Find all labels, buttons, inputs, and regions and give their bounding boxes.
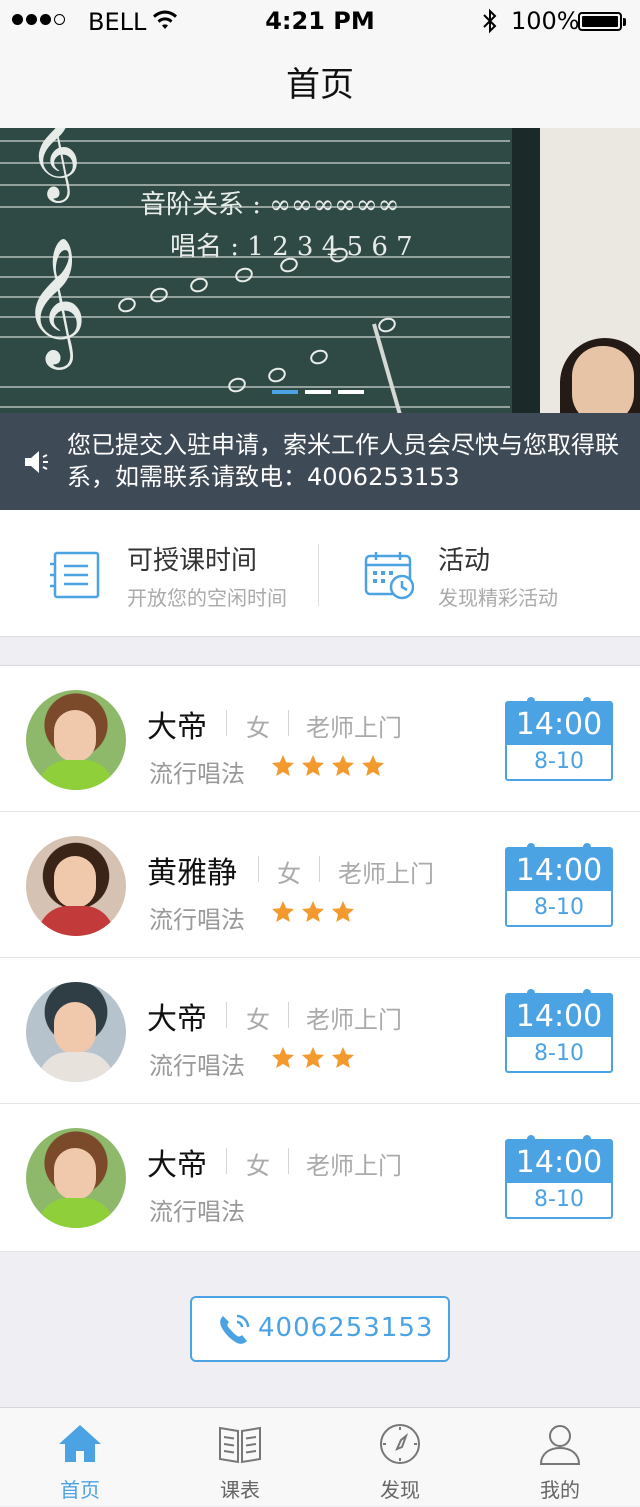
teacher-skill: 流行唱法 <box>149 1052 245 1080</box>
teacher-mode: 老师上门 <box>306 714 402 742</box>
time-badge: 14:00 8-10 <box>505 697 613 781</box>
home-icon <box>59 1425 101 1462</box>
separator <box>288 710 289 736</box>
teacher-gender: 女 <box>246 1152 270 1180</box>
time-badge-time: 14:00 <box>507 995 611 1037</box>
star-icon <box>332 1047 354 1068</box>
tab-profile-label: 我的 <box>540 1478 580 1502</box>
teacher-row[interactable]: 大帝 女 老师上门 流行唱法 14:00 8-10 <box>0 666 640 812</box>
star-icon <box>362 755 384 776</box>
time-badge-time: 14:00 <box>507 849 611 891</box>
star-icon <box>332 901 354 922</box>
star-icon <box>302 755 324 776</box>
teacher-skill: 流行唱法 <box>149 1198 245 1226</box>
available-time-subtitle: 开放您的空闲时间 <box>127 586 287 610</box>
teacher-row[interactable]: 黄雅静 女 老师上门 流行唱法 14:00 8-10 <box>0 812 640 958</box>
time-badge-range: 8-10 <box>534 1041 584 1066</box>
quick-actions: 可授课时间 开放您的空闲时间 活动 发现精彩活动 <box>0 510 640 637</box>
rating-stars <box>271 754 385 778</box>
battery-percentage: 100% <box>511 7 580 35</box>
divider <box>318 544 319 606</box>
teacher-list: 大帝 女 老师上门 流行唱法 14:00 8-10 黄雅静 女 老师上门 流行唱… <box>0 665 640 1252</box>
call-hotline-button[interactable]: 4006253153 <box>190 1296 450 1362</box>
tab-discover-label: 发现 <box>380 1478 420 1502</box>
tab-discover[interactable]: 发现 <box>320 1408 480 1507</box>
carousel-dot-1[interactable] <box>272 390 298 394</box>
separator <box>288 1002 289 1028</box>
tab-home-label: 首页 <box>60 1478 100 1502</box>
teacher-gender: 女 <box>277 860 301 888</box>
notice-text: 您已提交入驻申请，索米工作人员会尽快与您取得联系，如需联系请致电：4006253… <box>67 431 619 491</box>
time-badge: 14:00 8-10 <box>505 1135 613 1219</box>
list-icon <box>50 551 100 599</box>
rating-stars <box>271 1046 355 1070</box>
speaker-icon <box>25 451 48 473</box>
tab-home[interactable]: 首页 <box>0 1408 160 1507</box>
separator <box>288 1148 289 1174</box>
teacher-gender: 女 <box>246 714 270 742</box>
teacher-gender: 女 <box>246 1006 270 1034</box>
activities-subtitle: 发现精彩活动 <box>438 586 558 610</box>
teacher-mode: 老师上门 <box>306 1152 402 1180</box>
tab-schedule[interactable]: 课表 <box>160 1408 320 1507</box>
teacher-name: 大帝 <box>147 1002 207 1037</box>
star-icon <box>302 1047 324 1068</box>
compass-icon <box>380 1424 420 1464</box>
time-badge-range: 8-10 <box>534 895 584 920</box>
separator <box>258 856 259 882</box>
time-badge-range: 8-10 <box>534 1187 584 1212</box>
calendar-clock-icon <box>364 552 414 600</box>
star-icon <box>272 755 294 776</box>
tab-profile[interactable]: 我的 <box>480 1408 640 1507</box>
banner-carousel[interactable]: 𝄞 𝄞 音阶关系 : ∞∞∞∞∞∞ 唱名 : 1 2 3 4 5 6 7 <box>0 128 640 413</box>
page-title: 首页 <box>286 65 354 105</box>
separator <box>226 1148 227 1174</box>
separator <box>319 856 320 882</box>
tab-bar: 首页 课表 发现 我的 <box>0 1407 640 1506</box>
banner-image: 𝄞 𝄞 音阶关系 : ∞∞∞∞∞∞ 唱名 : 1 2 3 4 5 6 7 <box>0 128 540 413</box>
battery-icon <box>578 12 626 31</box>
teacher-skill: 流行唱法 <box>149 906 245 934</box>
status-bar: BELL 4:21 PM 100% <box>0 0 640 42</box>
tab-schedule-label: 课表 <box>220 1478 260 1502</box>
teacher-mode: 老师上门 <box>306 1006 402 1034</box>
teacher-name: 大帝 <box>147 1148 207 1183</box>
carousel-dot-2[interactable] <box>305 390 331 394</box>
rating-stars <box>271 900 355 924</box>
star-icon <box>332 755 354 776</box>
teacher-name: 大帝 <box>147 710 207 745</box>
time-badge: 14:00 8-10 <box>505 843 613 927</box>
teacher-row[interactable]: 大帝 女 老师上门 流行唱法 14:00 8-10 <box>0 958 640 1104</box>
teacher-row[interactable]: 大帝 女 老师上门 流行唱法 14:00 8-10 <box>0 1104 640 1252</box>
person-icon <box>539 1425 581 1465</box>
carousel-indicator[interactable] <box>272 390 364 394</box>
time-badge: 14:00 8-10 <box>505 989 613 1073</box>
notice-bar: 您已提交入驻申请，索米工作人员会尽快与您取得联系，如需联系请致电：4006253… <box>0 413 640 510</box>
phone-icon <box>220 1314 250 1344</box>
time-badge-time: 14:00 <box>507 703 611 745</box>
avatar <box>26 1128 126 1228</box>
separator <box>226 710 227 736</box>
teacher-skill: 流行唱法 <box>149 760 245 788</box>
available-time-title: 可授课时间 <box>127 546 258 576</box>
navigation-bar: 首页 <box>0 42 640 128</box>
teacher-name: 黄雅静 <box>147 856 237 891</box>
bluetooth-icon <box>483 8 497 34</box>
star-icon <box>302 901 324 922</box>
activities-title: 活动 <box>438 546 491 576</box>
separator <box>226 1002 227 1028</box>
time-badge-range: 8-10 <box>534 749 584 774</box>
star-icon <box>272 901 294 922</box>
avatar <box>26 690 126 790</box>
book-icon <box>219 1426 261 1464</box>
teacher-mode: 老师上门 <box>338 860 434 888</box>
star-icon <box>272 1047 294 1068</box>
call-hotline-label: 4006253153 <box>258 1313 434 1343</box>
avatar <box>26 982 126 1082</box>
avatar <box>26 836 126 936</box>
time-badge-time: 14:00 <box>507 1141 611 1183</box>
carousel-dot-3[interactable] <box>338 390 364 394</box>
